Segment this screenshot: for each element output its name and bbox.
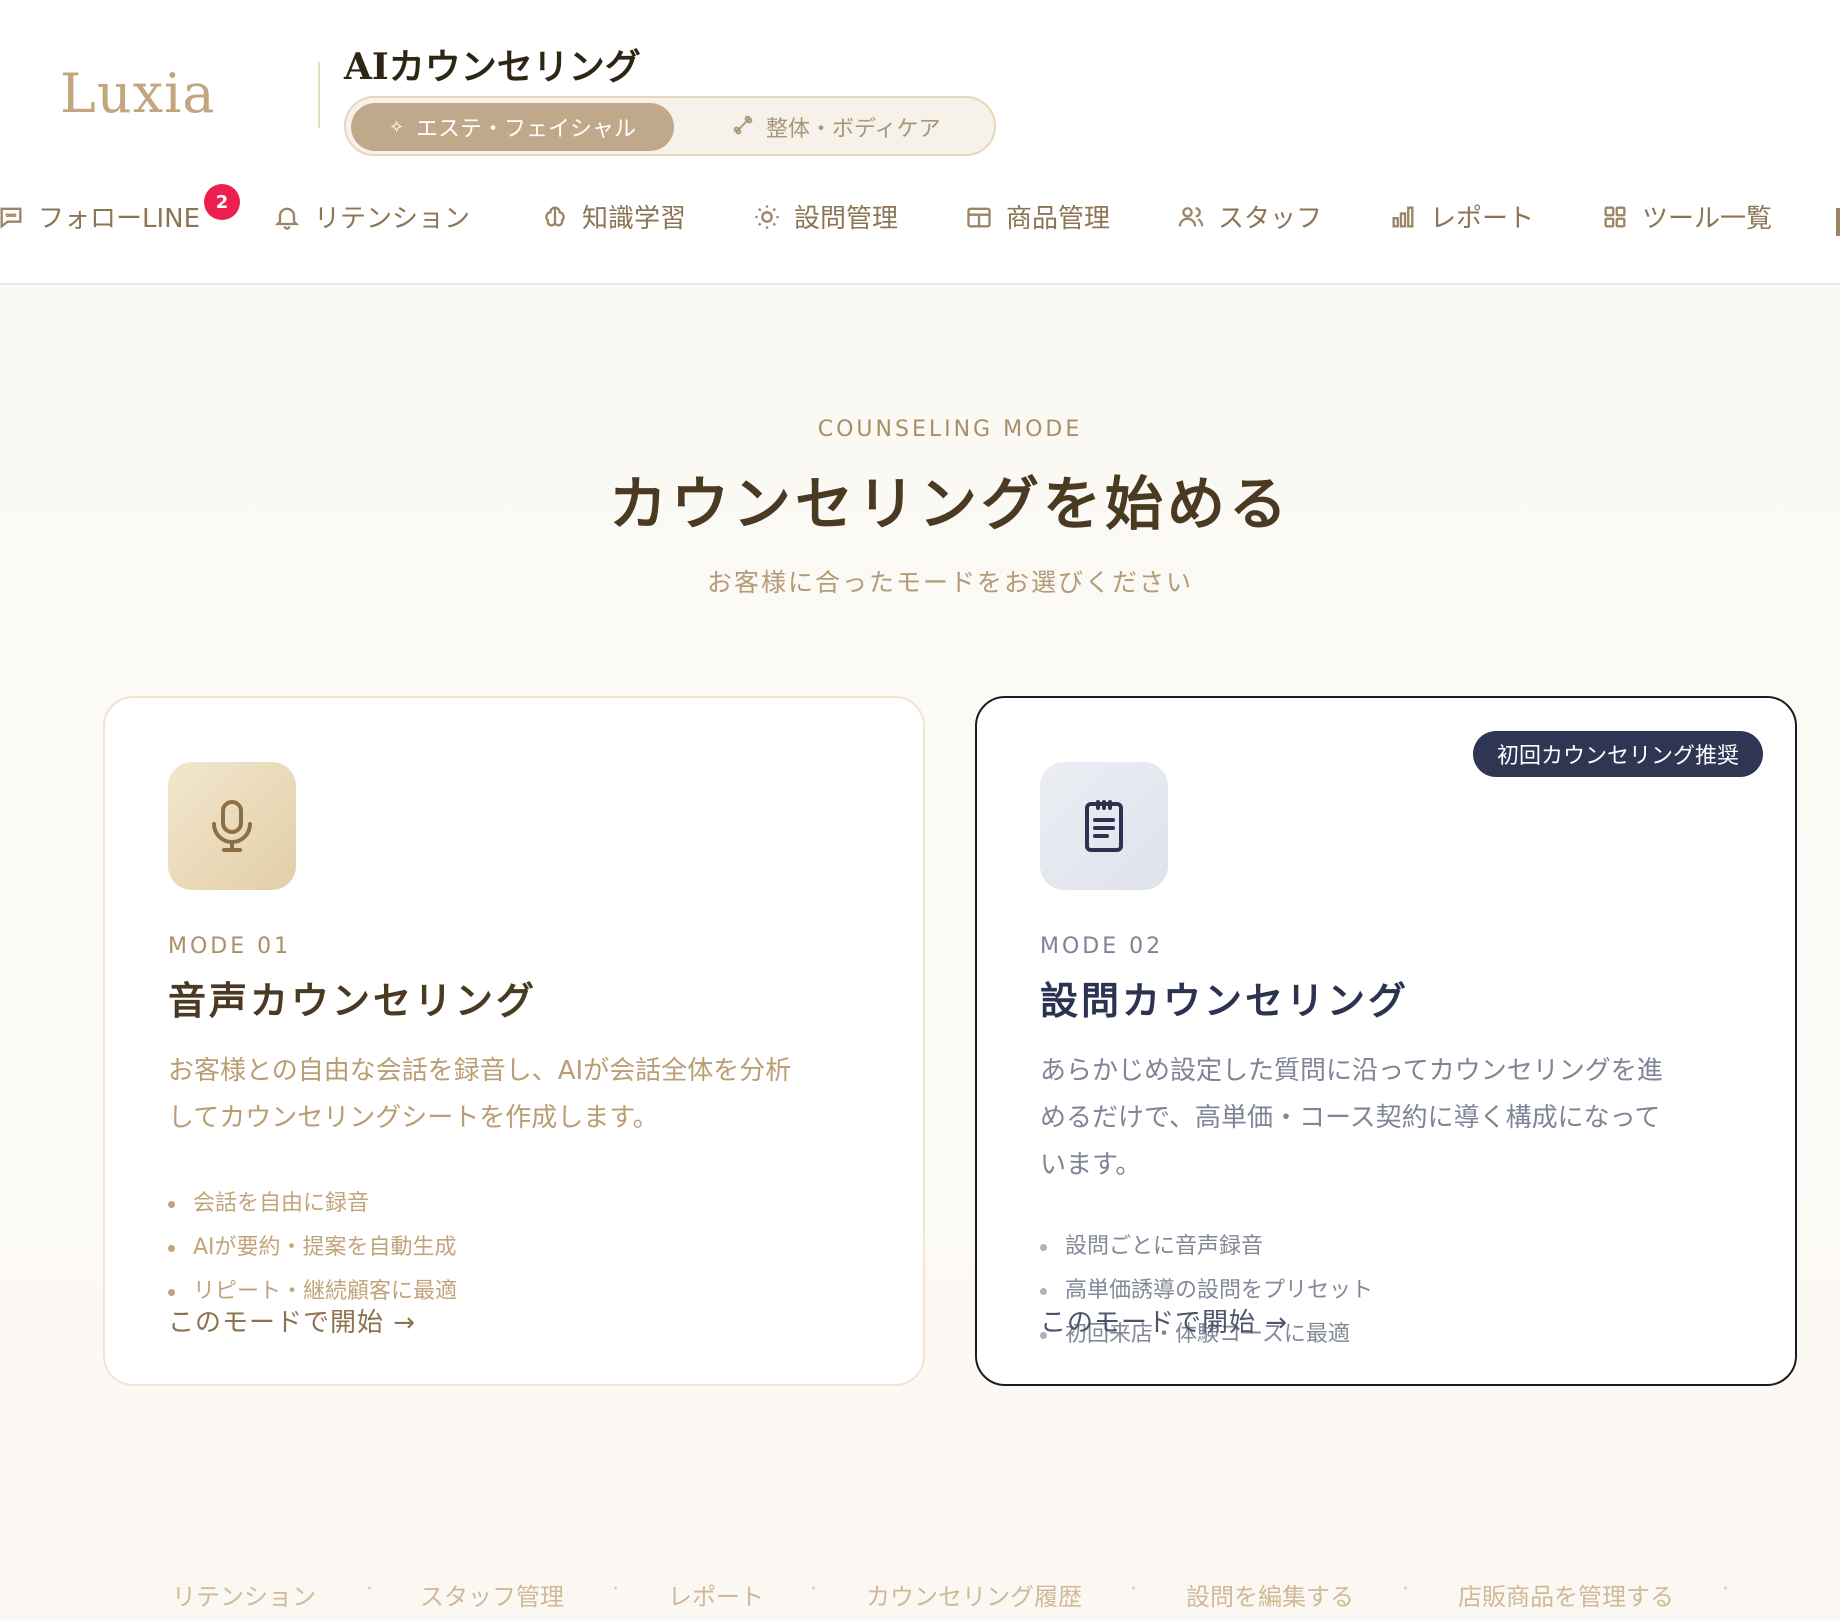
start-voice-mode-link[interactable]: このモードで開始 → bbox=[168, 1302, 416, 1339]
section-eyebrow: COUNSELING MODE bbox=[817, 417, 1083, 442]
mode-card-questionnaire[interactable]: 初回カウンセリング推奨 MODE 02 設問カウンセリング あらかじめ設定した質… bbox=[975, 696, 1797, 1386]
footer-link-staff-management[interactable]: スタッフ管理 bbox=[420, 1577, 564, 1612]
footer-separator: · bbox=[366, 1577, 373, 1602]
footer-quick-links: リテンション · スタッフ管理 · レポート · カウンセリング履歴 · 設問を… bbox=[0, 1577, 1840, 1617]
recommended-badge: 初回カウンセリング推奨 bbox=[1472, 731, 1763, 777]
table-icon bbox=[964, 202, 994, 232]
nav-item-report[interactable]: レポート bbox=[1388, 198, 1534, 235]
nav-label: リテンション bbox=[314, 204, 471, 234]
nav-label: レポート bbox=[1430, 204, 1535, 234]
nav-item-tools[interactable]: ツール一覧 bbox=[1600, 198, 1772, 235]
list-item: 会話を自由に録音 bbox=[168, 1182, 457, 1226]
description-line: あらかじめ設定した質問に沿ってカウンセリングを進 bbox=[1040, 1056, 1663, 1086]
footer-separator: · bbox=[1130, 1577, 1137, 1602]
footer-separator: · bbox=[1402, 1577, 1409, 1602]
footer-link-retention[interactable]: リテンション bbox=[172, 1577, 316, 1612]
segment-label: エステ・フェイシャル bbox=[416, 117, 637, 142]
mode-title: 設問カウンセリング bbox=[1040, 978, 1410, 1023]
category-segmented-control: ✧ エステ・フェイシャル 整体・ボディケア bbox=[344, 96, 996, 156]
footer-separator: · bbox=[810, 1577, 817, 1602]
sparkle-icon: ✧ bbox=[388, 116, 405, 138]
mode-description: お客様との自由な会話を録音し、AIが会話全体を分析 してカウンセリングシートを作… bbox=[168, 1048, 868, 1142]
section-subtitle: お客様に合ったモードをお選びください bbox=[706, 568, 1193, 597]
app-header: Luxia AIカウンセリング ✧ エステ・フェイシャル 整体・ボディケア フォ… bbox=[0, 0, 1840, 285]
brain-icon bbox=[540, 202, 570, 232]
nav-label: フォローLINE bbox=[38, 204, 201, 234]
mode-number: MODE 02 bbox=[1040, 934, 1164, 959]
nav-label: 知識学習 bbox=[582, 204, 687, 234]
main-nav: フォローLINE 2 リテンション 知識学習 設問管理 商品管理 スタッフ レポ… bbox=[0, 184, 1840, 240]
nav-item-product-management[interactable]: 商品管理 bbox=[964, 198, 1110, 235]
grid-icon bbox=[1600, 202, 1630, 232]
bar-chart-icon bbox=[1388, 202, 1418, 232]
nav-item-follow-line[interactable]: フォローLINE 2 bbox=[0, 184, 240, 235]
nav-item-question-management[interactable]: 設問管理 bbox=[752, 198, 898, 235]
start-questionnaire-mode-link[interactable]: このモードで開始 → bbox=[1040, 1302, 1288, 1339]
mode-card-voice[interactable]: MODE 01 音声カウンセリング お客様との自由な会話を録音し、AIが会話全体… bbox=[103, 696, 925, 1386]
footer-separator: · bbox=[612, 1577, 619, 1602]
clipboard-icon bbox=[1040, 762, 1168, 890]
nav-label: 商品管理 bbox=[1006, 204, 1111, 234]
nav-label: スタッフ bbox=[1218, 204, 1323, 234]
main-content: COUNSELING MODE カウンセリングを始める お客様に合ったモードをお… bbox=[0, 287, 1840, 1620]
sun-icon bbox=[752, 202, 782, 232]
list-item: 設問ごとに音声録音 bbox=[1040, 1225, 1373, 1269]
header-divider bbox=[318, 62, 320, 128]
footer-link-report[interactable]: レポート bbox=[668, 1577, 764, 1612]
list-item: AIが要約・提案を自動生成 bbox=[168, 1226, 457, 1270]
nav-item-staff[interactable]: スタッフ bbox=[1176, 198, 1322, 235]
nav-label: 設問管理 bbox=[794, 204, 899, 234]
segment-body-care[interactable]: 整体・ボディケア bbox=[706, 103, 986, 151]
users-icon bbox=[1176, 202, 1206, 232]
bell-icon bbox=[272, 202, 302, 232]
nav-item-retention[interactable]: リテンション bbox=[272, 198, 470, 235]
description-line: してカウンセリングシートを作成します。 bbox=[168, 1103, 659, 1133]
mode-number: MODE 01 bbox=[168, 934, 292, 959]
segment-label: 整体・ボディケア bbox=[766, 117, 941, 142]
description-line: います。 bbox=[1040, 1150, 1142, 1180]
nav-item-knowledge[interactable]: 知識学習 bbox=[540, 198, 686, 235]
notification-badge: 2 bbox=[204, 184, 240, 220]
segment-esthe-facial[interactable]: ✧ エステ・フェイシャル bbox=[351, 103, 674, 151]
footer-link-manage-retail-products[interactable]: 店販商品を管理する bbox=[1458, 1577, 1674, 1612]
feature-list: 会話を自由に録音 AIが要約・提案を自動生成 リピート・継続顧客に最適 bbox=[168, 1182, 457, 1314]
footer-link-edit-questions[interactable]: 設問を編集する bbox=[1186, 1577, 1354, 1612]
mode-title: 音声カウンセリング bbox=[168, 978, 538, 1023]
chat-icon bbox=[0, 202, 26, 232]
brand-logo[interactable]: Luxia bbox=[60, 62, 216, 125]
mode-description: あらかじめ設定した質問に沿ってカウンセリングを進 めるだけで、高単価・コース契約… bbox=[1040, 1048, 1740, 1189]
bone-icon bbox=[732, 114, 754, 141]
footer-separator: · bbox=[1722, 1577, 1729, 1602]
footer-link-counseling-history[interactable]: カウンセリング履歴 bbox=[866, 1577, 1082, 1612]
section-title: カウンセリングを始める bbox=[608, 470, 1291, 538]
description-line: めるだけで、高単価・コース契約に導く構成になって bbox=[1040, 1103, 1661, 1133]
description-line: お客様との自由な会話を録音し、AIが会話全体を分析 bbox=[168, 1056, 792, 1086]
nav-label: ツール一覧 bbox=[1642, 204, 1773, 234]
page-title: AIカウンセリング bbox=[344, 46, 641, 88]
microphone-icon bbox=[168, 762, 296, 890]
nav-overflow-indicator bbox=[1836, 208, 1840, 236]
